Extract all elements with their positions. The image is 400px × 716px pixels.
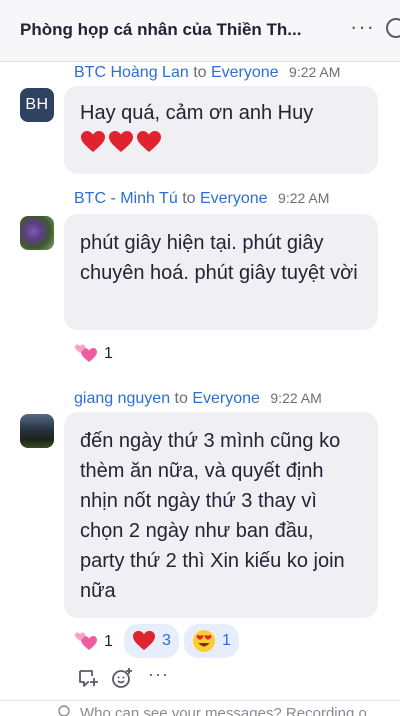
privacy-text[interactable]: Who can see your messages? Recording o..…	[80, 705, 379, 716]
timestamp: 9:22 AM	[278, 190, 330, 206]
reply-thread-icon[interactable]	[76, 666, 100, 690]
timestamp: 9:22 AM	[270, 390, 322, 406]
to-label: to	[174, 390, 188, 407]
sender-name[interactable]: BTC Hoàng Lan	[74, 64, 189, 81]
red-heart-icon	[81, 131, 105, 152]
privacy-footer: Who can see your messages? Recording o..…	[0, 700, 400, 716]
recipient-name[interactable]: Everyone	[211, 64, 279, 81]
sender-name[interactable]: BTC - Minh Tú	[74, 190, 178, 207]
to-label: to	[193, 64, 207, 81]
message-bubble[interactable]: phút giây hiện tại. phút giây chuyên hoá…	[64, 214, 378, 330]
message-text: phút giây hiện tại. phút giây chuyên hoá…	[80, 232, 358, 284]
reaction-count: 1	[222, 632, 231, 649]
recipient-name[interactable]: Everyone	[192, 390, 260, 407]
avatar: BH	[20, 88, 54, 122]
add-reaction-icon[interactable]	[110, 666, 134, 690]
avatar	[20, 414, 54, 448]
red-heart-icon	[137, 131, 161, 152]
message-header: BTC Hoàng Lan to Everyone 9:22 AM	[74, 64, 340, 82]
message-header: giang nguyen to Everyone 9:22 AM	[74, 390, 322, 408]
reaction-count: 1	[104, 633, 113, 650]
avatar	[20, 216, 54, 250]
more-actions-button[interactable]: ···	[148, 664, 169, 685]
more-options-button[interactable]: ···	[350, 14, 375, 40]
reaction-heart-eyes[interactable]: 1	[184, 624, 239, 658]
sender-name[interactable]: giang nguyen	[74, 390, 170, 407]
avatar-initials: BH	[25, 96, 49, 113]
message-bubble[interactable]: Hay quá, cảm ơn anh Huy	[64, 86, 378, 174]
reaction-count: 3	[162, 632, 171, 649]
message-text: Hay quá, cảm ơn anh Huy	[80, 102, 314, 124]
reaction-two-hearts[interactable]: 1	[74, 630, 113, 654]
two-hearts-icon	[75, 344, 97, 362]
two-hearts-icon	[75, 632, 97, 650]
recipient-name[interactable]: Everyone	[200, 190, 268, 207]
chat-header: Phòng họp cá nhân của Thiền Th... ···	[0, 0, 400, 62]
heart-emoji-row	[80, 130, 362, 154]
timestamp: 9:22 AM	[289, 64, 341, 80]
heart-eyes-emoji-icon	[193, 630, 215, 652]
red-heart-icon	[109, 131, 133, 152]
message-bubble[interactable]: đến ngày thứ 3 mình cũng ko thèm ăn nữa,…	[64, 412, 378, 618]
reaction-count: 1	[104, 345, 113, 362]
message-header: BTC - Minh Tú to Everyone 9:22 AM	[74, 190, 329, 208]
reaction-red-heart[interactable]: 3	[124, 624, 179, 658]
reaction-two-hearts[interactable]: 1	[74, 342, 113, 366]
message-text: đến ngày thứ 3 mình cũng ko thèm ăn nữa,…	[80, 430, 345, 602]
chat-title: Phòng họp cá nhân của Thiền Th...	[20, 20, 302, 39]
to-label: to	[182, 190, 196, 207]
info-icon	[58, 705, 70, 716]
popout-icon[interactable]	[386, 18, 400, 40]
red-heart-icon	[133, 630, 155, 651]
